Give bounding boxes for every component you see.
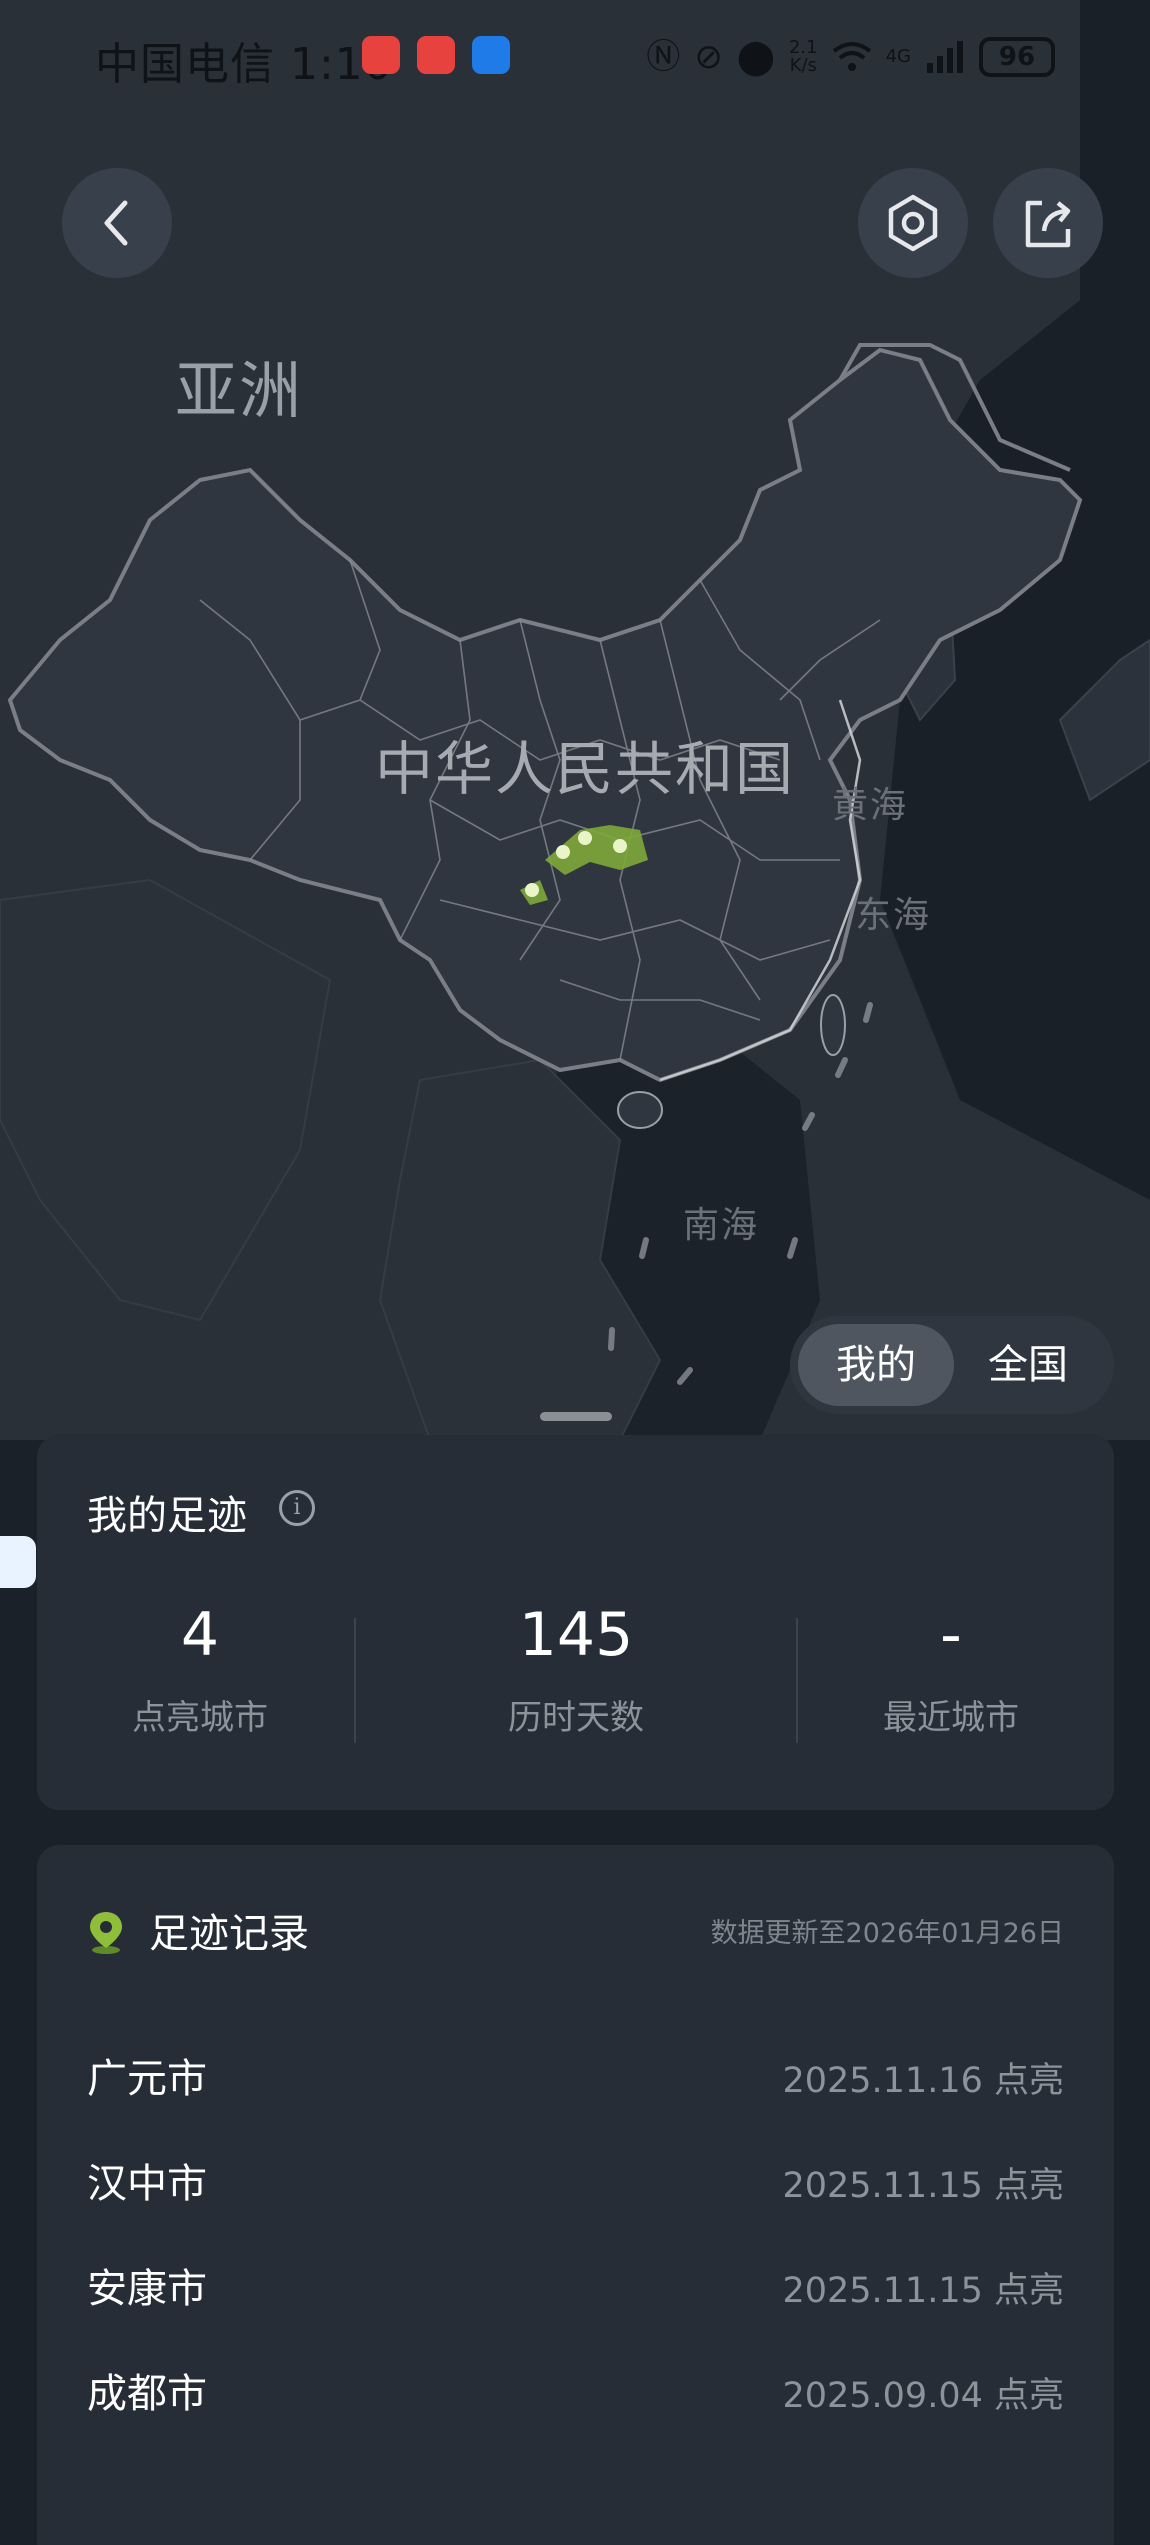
sea-label-east: 东海 xyxy=(855,895,932,936)
scope-toggle[interactable]: 我的 全国 xyxy=(790,1316,1114,1414)
record-row[interactable]: 安康市 2025.11.15 点亮 xyxy=(87,2250,1064,2312)
network-speed: 2.1 K/s xyxy=(788,37,818,76)
stat-label: 点亮城市 xyxy=(132,1698,268,1738)
sea-label-south: 南海 xyxy=(683,1205,760,1246)
network-type: 4G xyxy=(885,46,911,67)
sheet-drag-handle[interactable] xyxy=(540,1412,612,1421)
hexagon-settings-icon xyxy=(888,194,938,252)
record-row[interactable]: 广元市 2025.11.16 点亮 xyxy=(87,2040,1064,2102)
share-icon xyxy=(1025,200,1071,248)
record-city: 汉中市 xyxy=(87,2161,207,2207)
huawei-app-icon xyxy=(362,36,400,74)
continent-label: 亚洲 xyxy=(175,354,304,427)
record-date: 2025.09.04 点亮 xyxy=(782,2376,1064,2416)
mute-icon: ⊘ xyxy=(694,37,723,77)
stat-recent-city: - 最近城市 xyxy=(801,1600,1101,1739)
city-marker[interactable] xyxy=(556,845,570,859)
city-marker[interactable] xyxy=(525,883,539,897)
back-arrow-icon xyxy=(104,200,128,246)
stat-days: 145 历时天数 xyxy=(426,1600,726,1739)
floating-assistant-tab[interactable] xyxy=(0,1536,36,1588)
record-row[interactable]: 成都市 2025.09.04 点亮 xyxy=(87,2355,1064,2417)
record-city: 安康市 xyxy=(87,2266,207,2312)
records-update-note: 数据更新至2026年01月26日 xyxy=(710,1918,1064,1949)
record-date: 2025.11.15 点亮 xyxy=(782,2166,1064,2206)
wifi-icon xyxy=(832,42,871,71)
stat-divider xyxy=(354,1618,356,1743)
country-label: 中华人民共和国 xyxy=(375,735,796,803)
nfc-icon: Ⓝ xyxy=(646,37,681,77)
signal-icon xyxy=(927,41,963,73)
record-city: 广元市 xyxy=(87,2056,207,2102)
record-date: 2025.11.15 点亮 xyxy=(782,2271,1064,2311)
sea-label-yellow: 黄海 xyxy=(832,785,909,826)
footprint-map[interactable]: 亚洲 中华人民共和国 黄海 东海 南海 xyxy=(0,0,1150,1440)
stat-value: 4 xyxy=(180,1600,220,1670)
stat-label: 历时天数 xyxy=(508,1698,644,1738)
location-icon: ⬤ xyxy=(736,37,775,77)
record-row[interactable]: 汉中市 2025.11.15 点亮 xyxy=(87,2145,1064,2207)
stat-value: - xyxy=(940,1600,962,1670)
stat-divider xyxy=(796,1618,798,1743)
records-title: 足迹记录 xyxy=(149,1911,309,1957)
huawei-app-icon xyxy=(417,36,455,74)
stat-value: 145 xyxy=(518,1600,634,1670)
city-marker[interactable] xyxy=(578,831,592,845)
city-marker[interactable] xyxy=(613,839,627,853)
footprint-title: 我的足迹 xyxy=(87,1493,247,1539)
assistant-app-icon xyxy=(472,36,510,74)
carrier-time: 中国电信 1:10 xyxy=(95,39,393,90)
stat-label: 最近城市 xyxy=(883,1698,1019,1738)
toggle-nationwide[interactable]: 全国 xyxy=(950,1324,1106,1406)
share-button[interactable] xyxy=(993,168,1103,278)
record-city: 成都市 xyxy=(87,2371,207,2417)
toggle-mine[interactable]: 我的 xyxy=(798,1324,954,1406)
map-canvas xyxy=(0,0,1150,1440)
stat-lit-cities: 4 点亮城市 xyxy=(50,1600,350,1739)
records-card: 足迹记录 数据更新至2026年01月26日 广元市 2025.11.16 点亮 … xyxy=(37,1845,1114,2545)
info-icon[interactable]: i xyxy=(279,1490,315,1526)
location-pin-icon xyxy=(90,1912,122,1954)
record-date: 2025.11.16 点亮 xyxy=(782,2061,1064,2101)
status-bar: 中国电信 1:10 Ⓝ ⊘ ⬤ 2.1 K/s 4G 96 xyxy=(0,0,1150,110)
back-button[interactable] xyxy=(62,168,172,278)
settings-button[interactable] xyxy=(858,168,968,278)
footprint-card: 我的足迹 i 4 点亮城市 145 历时天数 - 最近城市 xyxy=(37,1435,1114,1810)
battery-icon: 96 xyxy=(979,37,1055,77)
